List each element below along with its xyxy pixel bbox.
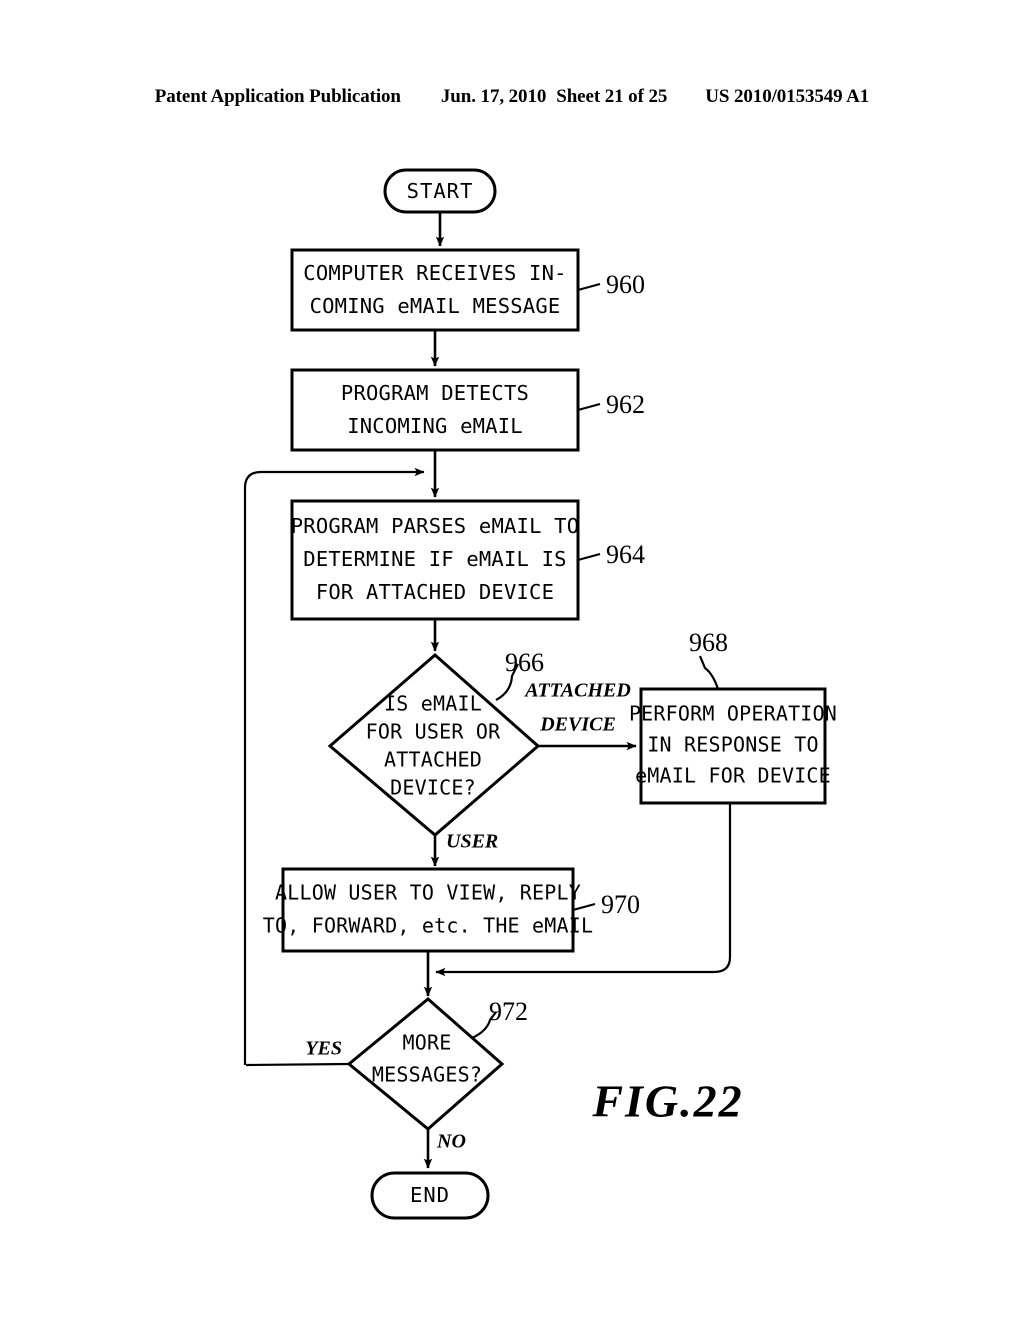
branch-label-attached-device-line-2: DEVICE: [539, 714, 616, 736]
figure-caption: FIG.22: [591, 1076, 743, 1127]
ref-number-970: 970: [601, 890, 640, 919]
leader-960: [577, 282, 601, 292]
process-962-line-2: INCOMING eMAIL: [347, 414, 523, 438]
decision-diamond-966: IS eMAIL FOR USER OR ATTACHED DEVICE?: [327, 653, 541, 837]
start-terminator: START: [383, 168, 497, 214]
decision-972-line-1: MORE: [403, 1031, 452, 1055]
decision-966-line-4: DEVICE?: [390, 776, 476, 800]
process-970-line-1: ALLOW USER TO VIEW, REPLY: [275, 881, 581, 905]
process-box-960: COMPUTER RECEIVES IN- COMING eMAIL MESSA…: [290, 248, 580, 332]
process-960-line-2: COMING eMAIL MESSAGE: [310, 294, 561, 318]
leader-970: [572, 902, 596, 912]
connector-972-yes-to-loop: [245, 1062, 350, 1067]
decision-diamond-972: MORE MESSAGES?: [346, 997, 505, 1131]
process-960-line-1: COMPUTER RECEIVES IN-: [303, 261, 566, 285]
ref-number-966: 966: [505, 648, 544, 677]
ref-number-960: 960: [606, 270, 645, 299]
decision-966-line-2: FOR USER OR: [366, 720, 501, 744]
ref-number-972: 972: [489, 997, 528, 1026]
ref-number-962: 962: [606, 390, 645, 419]
branch-label-no: NO: [436, 1131, 466, 1153]
end-terminator: END: [370, 1171, 490, 1220]
process-964-line-3: FOR ATTACHED DEVICE: [316, 580, 554, 604]
process-box-968: PERFORM OPERATION IN RESPONSE TO eMAIL F…: [629, 687, 837, 805]
process-970-line-2: TO, FORWARD, etc. THE eMAIL: [263, 914, 594, 938]
decision-966-line-3: ATTACHED: [384, 748, 482, 772]
flowchart-diagram: START COMPUTER RECEIVES IN- COMING eMAIL…: [0, 0, 1024, 1320]
process-964-line-2: DETERMINE IF eMAIL IS: [303, 547, 566, 571]
decision-972-line-2: MESSAGES?: [372, 1063, 482, 1087]
process-box-970: ALLOW USER TO VIEW, REPLY TO, FORWARD, e…: [263, 867, 594, 953]
leader-964: [577, 552, 601, 562]
ref-number-964: 964: [606, 540, 645, 569]
process-box-964: PROGRAM PARSES eMAIL TO DETERMINE IF eMA…: [290, 499, 580, 621]
branch-label-yes: YES: [305, 1038, 342, 1060]
leader-968: [698, 655, 720, 690]
branch-label-user: USER: [446, 831, 498, 853]
leader-962: [577, 402, 601, 412]
process-box-962: PROGRAM DETECTS INCOMING eMAIL: [290, 368, 580, 452]
decision-966-line-1: IS eMAIL: [384, 692, 482, 716]
branch-label-attached-device-line-1: ATTACHED: [523, 680, 631, 702]
process-968-line-1: PERFORM OPERATION: [629, 702, 837, 726]
ref-number-968: 968: [689, 628, 728, 657]
process-968-line-2: IN RESPONSE TO: [647, 733, 818, 757]
start-label: START: [407, 179, 474, 203]
end-label: END: [410, 1183, 450, 1207]
process-962-line-1: PROGRAM DETECTS: [341, 381, 529, 405]
process-968-line-3: eMAIL FOR DEVICE: [635, 764, 831, 788]
process-964-line-1: PROGRAM PARSES eMAIL TO: [291, 514, 579, 538]
